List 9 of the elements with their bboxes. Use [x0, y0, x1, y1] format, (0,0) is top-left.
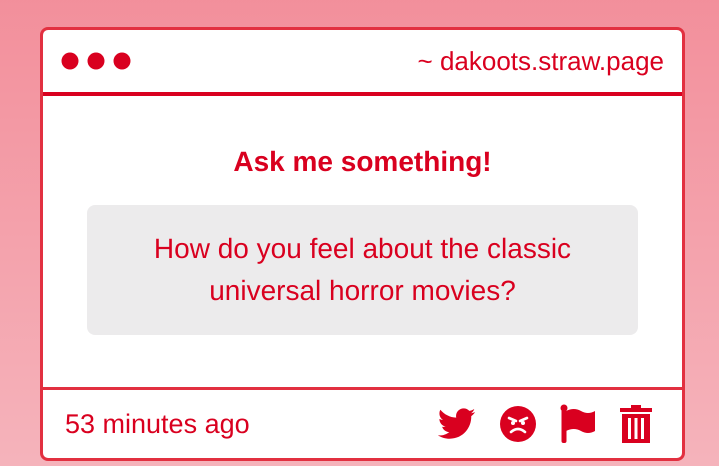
timestamp: 53 minutes ago: [65, 408, 250, 440]
trash-icon[interactable]: [620, 405, 652, 443]
angry-face-icon[interactable]: [500, 406, 536, 442]
heading: Ask me something!: [233, 146, 492, 178]
page-address: ~ dakoots.straw.page: [418, 46, 664, 76]
window-dots-icon: [61, 52, 131, 70]
flag-icon[interactable]: [560, 404, 596, 444]
bird-icon[interactable]: [438, 408, 476, 440]
question-text: How do you feel about the classic universal horror movies?: [87, 205, 638, 335]
